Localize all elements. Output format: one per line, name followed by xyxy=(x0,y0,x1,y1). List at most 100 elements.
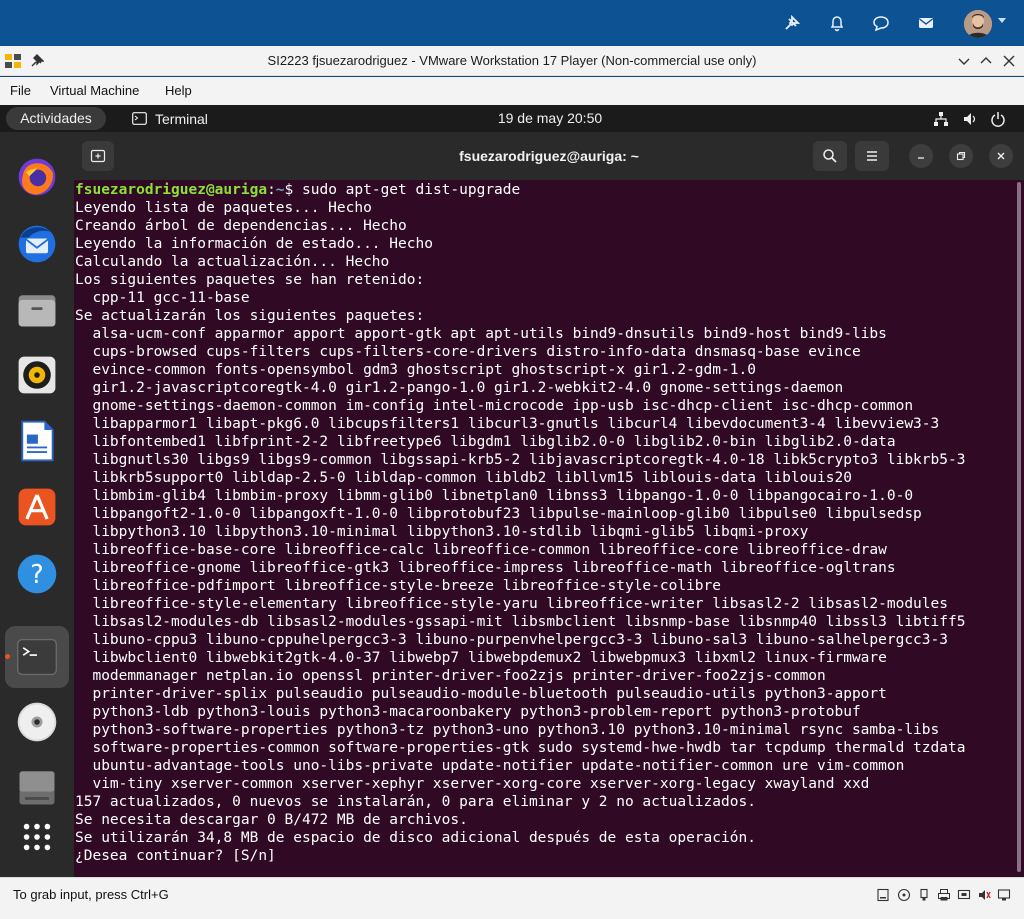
status-text: To grab input, press Ctrl+G xyxy=(13,887,169,902)
disk-device-icon[interactable] xyxy=(876,887,890,902)
output-line: python3-software-properties python3-tz p… xyxy=(75,722,940,738)
window-title: SI2223 fjsuezarodriguez - VMware Worksta… xyxy=(267,53,757,68)
output-line: libreoffice-base-core libreoffice-calc l… xyxy=(75,542,887,558)
menu-virtual-machine[interactable]: Virtual Machine xyxy=(50,77,139,105)
menu-file[interactable]: File xyxy=(10,77,31,105)
terminal-close-button[interactable] xyxy=(989,144,1013,168)
search-button[interactable] xyxy=(813,141,847,171)
output-line: libfontembed1 libfprint-2-2 libfreetype6… xyxy=(75,434,896,450)
thunderbird-icon[interactable] xyxy=(12,219,62,269)
output-line: libpangoft2-1.0-0 libpangoxft-1.0-0 libp… xyxy=(75,506,922,522)
avatar[interactable] xyxy=(964,10,992,38)
output-line: cpp-11 gcc-11-base xyxy=(75,290,250,306)
running-indicator xyxy=(5,654,10,659)
hamburger-menu-button[interactable] xyxy=(855,141,889,171)
network-icon[interactable] xyxy=(933,111,949,127)
output-line: libkrb5support0 libldap-2.5-0 libldap-co… xyxy=(75,470,852,486)
output-line: Se necesita descargar 0 B/472 MB de arch… xyxy=(75,812,468,828)
output-line: evince-common fonts-opensymbol gdm3 ghos… xyxy=(75,362,756,378)
output-line: libuno-cppu3 libuno-cppuhelpergcc3-3 lib… xyxy=(75,632,948,648)
output-line: libreoffice-gnome libreoffice-gtk3 libre… xyxy=(75,560,896,576)
output-line: Los siguientes paquetes se han retenido: xyxy=(75,272,425,288)
firefox-icon[interactable] xyxy=(12,152,62,202)
host-top-bar xyxy=(0,0,1024,46)
menu-bar: File Virtual Machine Help xyxy=(0,77,1024,105)
command-line: fsuezarodriguez@auriga:~$ sudo apt-get d… xyxy=(75,181,1014,199)
usb-device-icon[interactable] xyxy=(917,887,931,901)
printer-device-icon[interactable] xyxy=(937,887,951,901)
output-line: libgnutls30 libgs9 libgs9-common libgssa… xyxy=(75,452,966,468)
cdrom-icon[interactable] xyxy=(12,697,62,747)
output-line: libpython3.10 libpython3.10-minimal libp… xyxy=(75,524,809,540)
close-icon xyxy=(997,152,1005,160)
files-icon[interactable] xyxy=(12,285,62,335)
terminal-minimize-button[interactable] xyxy=(909,144,933,168)
output-line: software-properties-common software-prop… xyxy=(75,740,966,756)
output-line: printer-driver-splix pulseaudio pulseaud… xyxy=(75,686,887,702)
output-line: Se utilizarán 34,8 MB de espacio de disc… xyxy=(75,830,756,846)
output-line: libsasl2-modules-db libsasl2-modules-gss… xyxy=(75,614,966,630)
prompt-path: ~ xyxy=(275,182,285,198)
output-line: gir1.2-javascriptcoregtk-4.0 gir1.2-pang… xyxy=(75,380,844,396)
menu-help[interactable]: Help xyxy=(165,77,192,105)
output-line: Leyendo lista de paquetes... Hecho xyxy=(75,200,372,216)
terminal-small-icon xyxy=(132,112,147,125)
output-line: python3-ldb python3-louis python3-macaro… xyxy=(75,704,861,720)
output-line: gnome-settings-daemon-common im-config i… xyxy=(75,398,914,414)
output-line: Leyendo la información de estado... Hech… xyxy=(75,236,433,252)
new-tab-button[interactable] xyxy=(82,141,114,171)
terminal-restore-button[interactable] xyxy=(949,144,973,168)
chevron-down-icon[interactable] xyxy=(998,18,1006,23)
clock[interactable]: 19 de may 20:50 xyxy=(480,105,620,132)
app-center-icon[interactable] xyxy=(12,482,62,532)
output-line: libwbclient0 libwebkit2gtk-4.0-37 libweb… xyxy=(75,650,887,666)
output-line: libreoffice-pdfimport libreoffice-style-… xyxy=(75,578,722,594)
app-name: Terminal xyxy=(155,110,208,127)
output-line: alsa-ucm-conf apparmor apport apport-gtk… xyxy=(75,326,887,342)
output-lines: Leyendo lista de paquetes... Hecho Creand… xyxy=(75,199,1014,865)
sound-device-icon[interactable] xyxy=(977,887,991,901)
maximize-icon[interactable] xyxy=(977,52,995,70)
prompt-user: fsuezarodriguez@auriga xyxy=(75,182,268,198)
rhythmbox-icon[interactable] xyxy=(12,350,62,400)
chat-icon[interactable] xyxy=(868,10,894,36)
writer-icon[interactable] xyxy=(12,416,62,466)
terminal-header-bar: fsuezarodriguez@auriga: ~ xyxy=(74,132,1024,180)
close-icon[interactable] xyxy=(1000,52,1018,70)
mail-icon[interactable] xyxy=(913,10,939,36)
terminal-window: fsuezarodriguez@auriga: ~ fsuezarodrigue… xyxy=(74,132,1024,877)
hamburger-icon xyxy=(867,151,877,161)
prompt-separator: : xyxy=(267,182,276,198)
minimize-icon[interactable] xyxy=(955,52,973,70)
scrollbar[interactable] xyxy=(1017,182,1021,872)
display-device-icon[interactable] xyxy=(997,887,1011,901)
pin-icon[interactable] xyxy=(779,10,805,36)
activities-button[interactable]: Actividades xyxy=(6,107,106,130)
help-icon[interactable]: ? xyxy=(12,549,62,599)
screen: SI2223 fjsuezarodriguez - VMware Worksta… xyxy=(0,0,1024,919)
network-device-icon[interactable] xyxy=(957,887,971,901)
restore-icon xyxy=(956,151,966,161)
cd-device-icon[interactable] xyxy=(897,887,911,902)
vmware-title-bar: SI2223 fjsuezarodriguez - VMware Worksta… xyxy=(0,46,1024,76)
svg-text:?: ? xyxy=(30,560,44,590)
output-line: libapparmor1 libapt-pkg6.0 libcupsfilter… xyxy=(75,416,940,432)
output-line: Creando árbol de dependencias... Hecho xyxy=(75,218,407,234)
terminal-output[interactable]: fsuezarodriguez@auriga:~$ sudo apt-get d… xyxy=(74,180,1014,877)
output-line: 157 actualizados, 0 nuevos se instalarán… xyxy=(75,794,756,810)
disk-icon[interactable] xyxy=(12,762,62,812)
output-line: cups-browsed cups-filters cups-filters-c… xyxy=(75,344,861,360)
show-apps-icon[interactable] xyxy=(12,812,62,862)
gnome-top-panel: Actividades Terminal 19 de may 20:50 xyxy=(0,105,1024,132)
volume-icon[interactable] xyxy=(962,111,978,127)
command-text: sudo apt-get dist-upgrade xyxy=(302,182,521,198)
power-icon[interactable] xyxy=(990,111,1006,127)
status-bar: To grab input, press Ctrl+G xyxy=(0,877,1024,919)
app-menu[interactable]: Terminal xyxy=(132,105,208,132)
terminal-icon[interactable] xyxy=(12,632,62,682)
output-line: Se actualizarán los siguientes paquetes: xyxy=(75,308,425,324)
bell-icon[interactable] xyxy=(824,10,850,36)
output-line: libmbim-glib4 libmbim-proxy libmm-glib0 … xyxy=(75,488,914,504)
prompt-symbol: $ xyxy=(284,182,302,198)
minimize-icon xyxy=(918,157,924,159)
